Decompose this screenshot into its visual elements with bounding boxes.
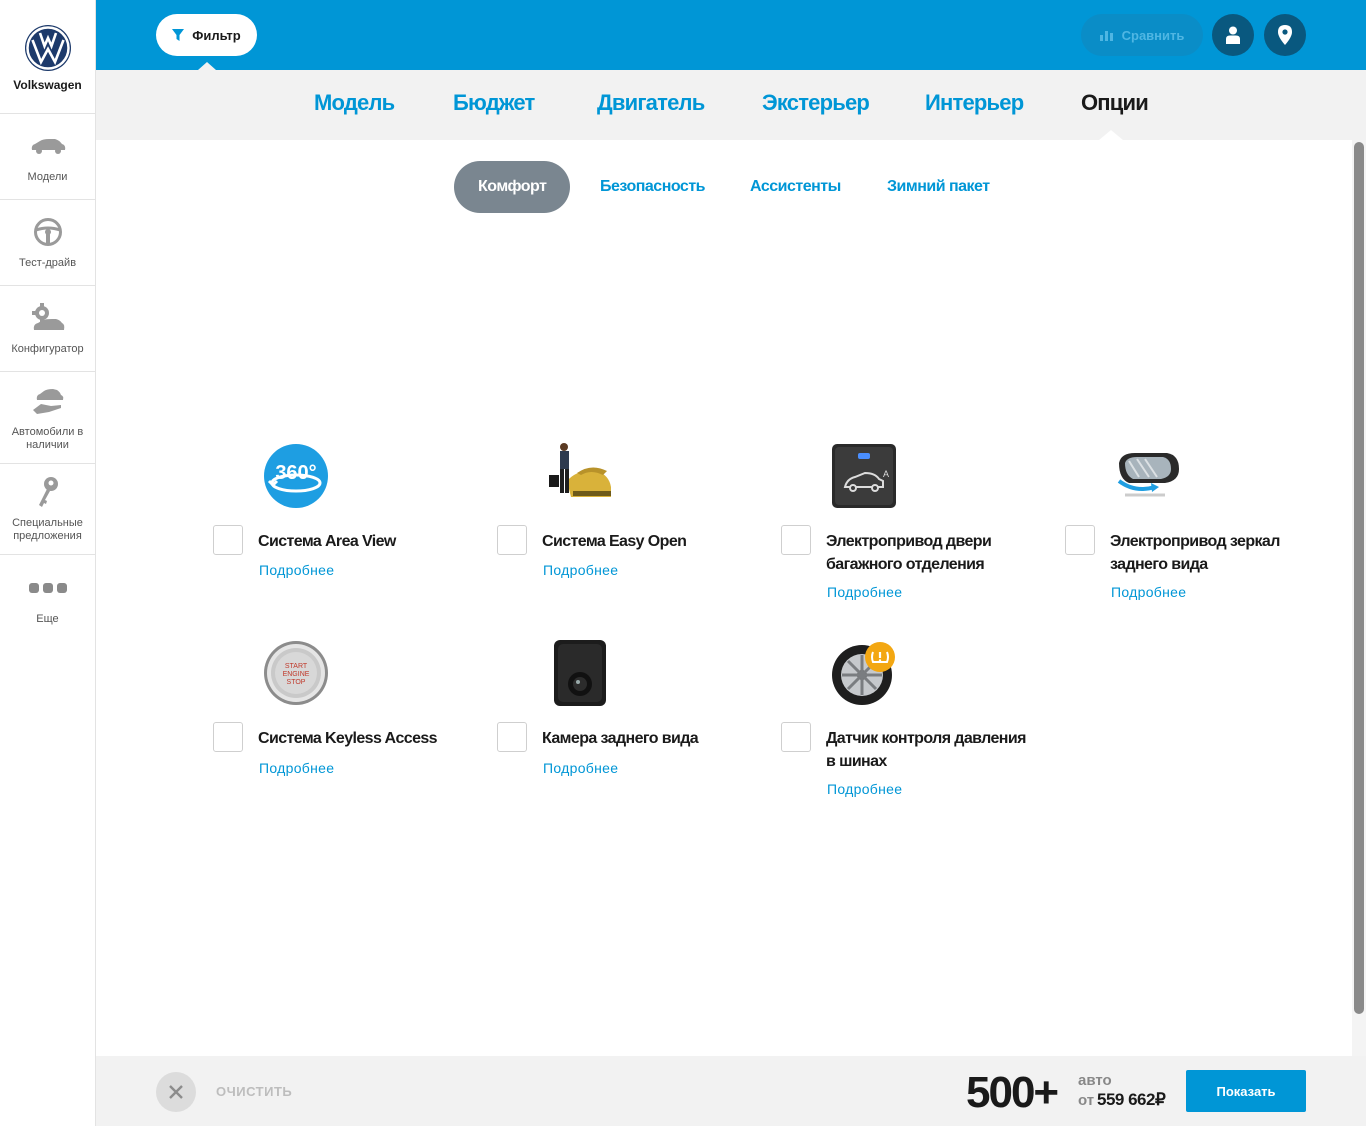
subtab-winter-package[interactable]: Зимний пакет xyxy=(887,161,990,213)
car-hand-icon xyxy=(28,384,68,418)
360-view-icon: 360° xyxy=(264,444,328,508)
option-checkbox[interactable] xyxy=(213,525,243,555)
option-details-link[interactable]: Подробнее xyxy=(1111,584,1186,600)
sidebar-item-label: Конфигуратор xyxy=(11,343,84,355)
clear-button[interactable] xyxy=(156,1072,196,1112)
svg-text:A: A xyxy=(883,469,889,479)
sidebar-item-label: Тест-драйв xyxy=(18,257,77,269)
price-prefix: от xyxy=(1078,1092,1095,1109)
results-count: 500+ xyxy=(966,1068,1059,1117)
show-results-button[interactable]: Показать xyxy=(1186,1070,1306,1112)
keys-icon xyxy=(28,475,68,509)
car-icon xyxy=(28,129,68,163)
tab-budget[interactable]: Бюджет xyxy=(453,90,535,116)
top-bar: Фильтр Сравнить xyxy=(96,0,1366,70)
main-tabs: Модель Бюджет Двигатель Экстерьер Интерь… xyxy=(96,70,1366,140)
option-title: Камера заднего вида xyxy=(542,730,699,747)
vw-logo-icon xyxy=(24,25,71,71)
subtab-comfort[interactable]: Комфорт xyxy=(454,161,571,213)
option-details-link[interactable]: Подробнее xyxy=(543,562,618,578)
tab-interior[interactable]: Интерьер xyxy=(925,90,1024,116)
mirror-photo xyxy=(1117,453,1179,497)
min-price: 559 662₽ xyxy=(1097,1090,1166,1109)
sidebar-item-test-drive[interactable]: Тест-драйв xyxy=(0,200,95,286)
option-checkbox[interactable] xyxy=(781,722,811,752)
option-title: Система Area View xyxy=(258,533,396,550)
option-details-link[interactable]: Подробнее xyxy=(259,760,334,776)
subtab-assistants[interactable]: Ассистенты xyxy=(750,161,841,213)
svg-text:STOP: STOP xyxy=(287,679,306,686)
sidebar-item-offers[interactable]: Специальные предложения xyxy=(0,464,95,555)
brand[interactable]: Volkswagen xyxy=(0,0,95,114)
easy-open-photo xyxy=(549,443,611,497)
svg-text:360°: 360° xyxy=(275,462,316,484)
option-checkbox[interactable] xyxy=(497,722,527,752)
location-pin-icon xyxy=(1278,25,1292,45)
option-title: Электропривод двери багажного отделения xyxy=(826,533,992,573)
option-title: Датчик контроля давления в шинах xyxy=(826,730,1026,770)
option-checkbox[interactable] xyxy=(497,525,527,555)
account-button[interactable] xyxy=(1212,14,1254,56)
compare-label: Сравнить xyxy=(1121,27,1185,43)
more-dots-icon xyxy=(28,571,68,605)
compare-button[interactable]: Сравнить xyxy=(1081,14,1203,56)
tab-exterior[interactable]: Экстерьер xyxy=(762,90,870,116)
sidebar-item-label: Модели xyxy=(27,171,68,183)
gear-car-icon xyxy=(28,301,68,335)
clear-label[interactable]: ОЧИСТИТЬ xyxy=(216,1084,292,1099)
results-unit: авто xyxy=(1078,1072,1112,1089)
filter-button[interactable]: Фильтр xyxy=(156,14,257,56)
option-details-link[interactable]: Подробнее xyxy=(827,781,902,797)
tire-pressure-photo xyxy=(832,642,895,705)
brand-name: Volkswagen xyxy=(13,78,82,92)
option-details-link[interactable]: Подробнее xyxy=(543,760,618,776)
filter-icon xyxy=(172,29,185,41)
active-tab-pointer xyxy=(1099,130,1123,140)
option-title: Система Keyless Access xyxy=(258,730,438,747)
sidebar-item-configurator[interactable]: Конфигуратор xyxy=(0,286,95,372)
sidebar-item-models[interactable]: Модели xyxy=(0,114,95,200)
sidebar-item-label: Автомобили в наличии xyxy=(11,425,84,451)
scrollbar[interactable] xyxy=(1352,140,1366,1056)
scrollbar-thumb[interactable] xyxy=(1354,142,1364,1014)
option-details-link[interactable]: Подробнее xyxy=(827,584,902,600)
steering-wheel-icon xyxy=(28,215,68,249)
bar-chart-icon xyxy=(1099,31,1113,41)
option-details-link[interactable]: Подробнее xyxy=(259,562,334,578)
tab-model[interactable]: Модель xyxy=(314,90,395,116)
trunk-button-photo: A xyxy=(832,444,896,508)
tab-engine[interactable]: Двигатель xyxy=(597,90,705,116)
user-icon xyxy=(1226,26,1240,44)
filter-label: Фильтр xyxy=(192,27,241,43)
option-title: Система Easy Open xyxy=(542,533,687,550)
close-icon xyxy=(169,1085,183,1099)
subtab-safety[interactable]: Безопасность xyxy=(600,161,705,213)
start-engine-button-photo: START ENGINE STOP xyxy=(264,641,328,705)
bottom-bar: ОЧИСТИТЬ 500+ авто от 559 662₽ Показать xyxy=(96,1056,1366,1126)
tab-options[interactable]: Опции xyxy=(1081,90,1149,116)
svg-text:START: START xyxy=(285,663,308,670)
rear-camera-photo xyxy=(554,640,606,706)
option-checkbox[interactable] xyxy=(213,722,243,752)
option-checkbox[interactable] xyxy=(781,525,811,555)
sidebar-item-label: Специальные предложения xyxy=(12,517,83,542)
option-checkbox[interactable] xyxy=(1065,525,1095,555)
svg-text:ENGINE: ENGINE xyxy=(283,671,310,678)
sidebar-item-stock[interactable]: Автомобили в наличии xyxy=(0,372,95,464)
sidebar-item-more[interactable]: Еще xyxy=(0,555,95,641)
filter-pointer xyxy=(198,62,216,70)
option-title: Электропривод зеркал заднего вида xyxy=(1110,533,1280,573)
sidebar: Volkswagen Модели Тест-драйв Конфигурато… xyxy=(0,0,96,1126)
sidebar-item-label: Еще xyxy=(36,612,59,625)
dealer-location-button[interactable] xyxy=(1264,14,1306,56)
